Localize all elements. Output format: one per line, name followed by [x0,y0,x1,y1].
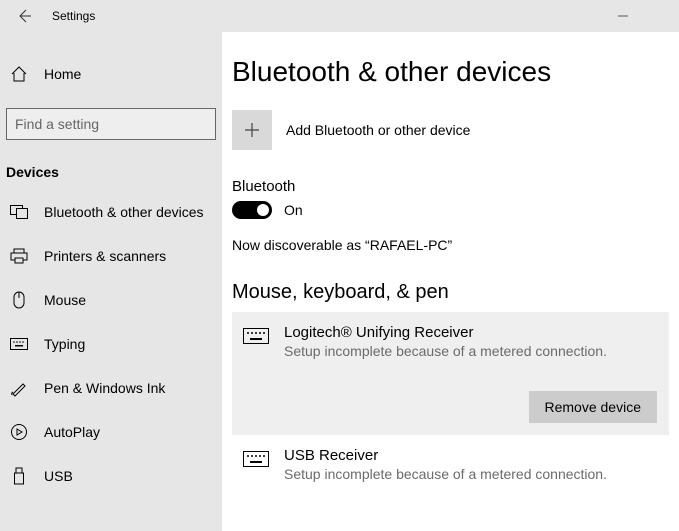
sidebar-item-usb[interactable]: USB [0,454,222,498]
sidebar-item-pen[interactable]: Pen & Windows Ink [0,366,222,410]
printer-icon [10,247,28,265]
devices-icon [10,203,28,221]
autoplay-icon [10,423,28,441]
sidebar-item-label: USB [44,468,73,484]
home-button[interactable]: Home [0,52,222,96]
sidebar-item-mouse[interactable]: Mouse [0,278,222,322]
pen-icon [10,379,28,397]
sidebar-item-label: Bluetooth & other devices [44,204,204,220]
keyboard-icon [242,449,270,469]
window-title: Settings [52,9,95,23]
sidebar-item-label: Pen & Windows Ink [44,380,165,396]
device-status: Setup incomplete because of a metered co… [284,466,607,482]
sidebar-item-label: Mouse [44,292,86,308]
add-device-button[interactable]: Add Bluetooth or other device [232,110,669,150]
plus-icon [232,110,272,150]
sidebar-section-label: Devices [0,156,222,190]
home-label: Home [44,66,81,82]
home-icon [10,65,28,83]
mouse-icon [10,291,28,309]
sidebar-item-label: AutoPlay [44,424,100,440]
sidebar-item-bluetooth[interactable]: Bluetooth & other devices [0,190,222,234]
device-item[interactable]: USB Receiver Setup incomplete because of… [232,435,669,494]
discoverable-text: Now discoverable as “RAFAEL-PC” [232,237,669,253]
titlebar: Settings [0,0,679,32]
page-title: Bluetooth & other devices [232,56,669,88]
sidebar-item-printers[interactable]: Printers & scanners [0,234,222,278]
search-box[interactable] [6,108,216,140]
sidebar-item-label: Typing [44,336,85,352]
device-section-head: Mouse, keyboard, & pen [232,281,669,304]
keyboard-icon [10,335,28,353]
bluetooth-state: On [284,202,303,218]
usb-icon [10,467,28,485]
back-button[interactable] [8,0,40,32]
bluetooth-toggle[interactable] [232,201,272,219]
device-name: USB Receiver [284,447,607,464]
remove-device-button[interactable]: Remove device [529,391,658,423]
sidebar-item-typing[interactable]: Typing [0,322,222,366]
device-status: Setup incomplete because of a metered co… [284,343,607,359]
toggle-knob [257,204,269,216]
keyboard-icon [242,326,270,346]
search-input[interactable] [15,116,207,132]
main-content: Bluetooth & other devices Add Bluetooth … [222,32,679,531]
sidebar: Home Devices Bluetooth & other devices P… [0,32,222,531]
sidebar-item-autoplay[interactable]: AutoPlay [0,410,222,454]
add-device-label: Add Bluetooth or other device [286,122,470,138]
device-item-selected[interactable]: Logitech® Unifying Receiver Setup incomp… [232,312,669,435]
bluetooth-label: Bluetooth [232,178,669,195]
device-name: Logitech® Unifying Receiver [284,324,607,341]
minimize-button[interactable] [603,0,643,32]
sidebar-item-label: Printers & scanners [44,248,166,264]
